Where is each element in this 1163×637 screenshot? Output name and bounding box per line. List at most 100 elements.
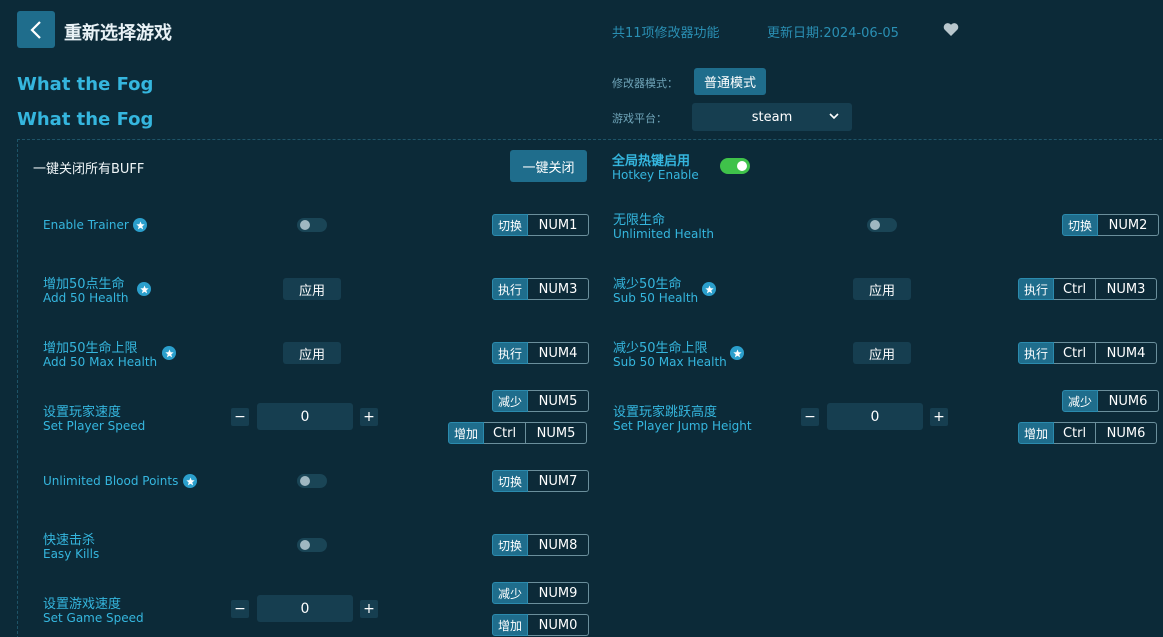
hotkey-action: 执行 (1018, 278, 1055, 300)
hotkey-action: 增加 (448, 422, 485, 444)
close-all-label: 一键关闭所有BUFF (33, 162, 145, 177)
hotkey-key: NUM2 (1098, 214, 1160, 236)
game-title: What the Fog (17, 74, 154, 95)
hotkey-key: Ctrl (1054, 422, 1097, 444)
platform-select[interactable]: steam (692, 103, 852, 131)
update-date: 更新日期:2024-06-05 (767, 26, 899, 41)
hotkey-action: 执行 (1018, 342, 1055, 364)
star-icon (137, 282, 151, 296)
hotkey-key: NUM4 (528, 342, 590, 364)
hotkey-action: 执行 (492, 342, 529, 364)
hotkey-action: 减少 (1062, 390, 1099, 412)
hotkey-action: 切换 (492, 534, 529, 556)
heart-icon[interactable] (943, 22, 959, 41)
sub-50-health-apply-button[interactable]: 应用 (853, 278, 911, 300)
set-jump-height-label-cn: 设置玩家跳跃高度 (613, 405, 718, 420)
platform-label: 游戏平台： (612, 112, 667, 125)
set-jump-height-label-en: Set Player Jump Height (613, 419, 752, 433)
hotkey-key: NUM3 (528, 278, 590, 300)
chevron-down-icon (829, 113, 839, 120)
sub-50-health-label-en: Sub 50 Health (613, 291, 699, 305)
platform-value: steam (751, 109, 793, 125)
star-icon (730, 346, 744, 360)
hotkey-key: NUM8 (528, 534, 590, 556)
set-player-speed-label-en: Set Player Speed (43, 419, 146, 433)
star-icon (133, 218, 147, 232)
sub-50-max-health-label-en: Sub 50 Max Health (613, 355, 727, 369)
hotkey-game-speed-decrease[interactable]: 减少 NUM9 (492, 582, 590, 604)
hotkey-key: NUM5 (528, 390, 590, 412)
add-50-health-label-cn: 增加50点生命 (43, 277, 125, 292)
hotkey-add-50-max-health[interactable]: 执行 NUM4 (492, 342, 590, 364)
game-speed-increment-button[interactable]: + (360, 600, 378, 618)
hotkey-action: 切换 (1062, 214, 1099, 236)
jump-height-increment-button[interactable]: + (930, 408, 948, 426)
hotkey-key: NUM1 (528, 214, 590, 236)
unlimited-health-toggle[interactable] (867, 218, 897, 232)
unlimited-blood-points-toggle[interactable] (297, 474, 327, 488)
hotkey-key: Ctrl (1054, 342, 1097, 364)
feature-count: 共11项修改器功能 (612, 26, 720, 41)
hotkey-key: NUM4 (1096, 342, 1158, 364)
hotkey-key: NUM7 (528, 470, 590, 492)
hotkey-action: 执行 (492, 278, 529, 300)
hotkey-key: NUM5 (526, 422, 588, 444)
hotkey-add-50-health[interactable]: 执行 NUM3 (492, 278, 590, 300)
game-speed-value[interactable]: 0 (257, 595, 353, 622)
mode-label: 修改器模式： (612, 77, 678, 90)
hotkey-easy-kills[interactable]: 切换 NUM8 (492, 534, 590, 556)
add-50-health-label-en: Add 50 Health (43, 291, 129, 305)
star-icon (183, 474, 197, 488)
unlimited-health-label-en: Unlimited Health (613, 227, 715, 241)
hotkey-key: NUM6 (1098, 390, 1160, 412)
sub-50-max-health-label-cn: 减少50生命上限 (613, 341, 708, 356)
player-speed-value[interactable]: 0 (257, 403, 353, 430)
game-speed-decrement-button[interactable]: − (231, 600, 249, 618)
hotkey-key: NUM3 (1096, 278, 1158, 300)
hotkey-player-speed-decrease[interactable]: 减少 NUM5 (492, 390, 590, 412)
hotkey-unlimited-blood-points[interactable]: 切换 NUM7 (492, 470, 590, 492)
hotkey-key: Ctrl (1054, 278, 1097, 300)
hotkey-key: NUM6 (1096, 422, 1158, 444)
close-all-button[interactable]: 一键关闭 (510, 150, 587, 182)
player-speed-increment-button[interactable]: + (360, 408, 378, 426)
hotkey-sub-50-health[interactable]: 执行 Ctrl NUM3 (1018, 278, 1158, 300)
game-subtitle: What the Fog (17, 109, 154, 130)
trainer-panel (17, 139, 1163, 637)
hotkey-enable-label-cn: 全局热键启用 (612, 154, 691, 169)
easy-kills-label-en: Easy Kills (43, 547, 100, 561)
jump-height-decrement-button[interactable]: − (801, 408, 819, 426)
player-speed-decrement-button[interactable]: − (231, 408, 249, 426)
jump-height-value[interactable]: 0 (827, 403, 923, 430)
hotkey-jump-height-decrease[interactable]: 减少 NUM6 (1062, 390, 1160, 412)
hotkey-action: 减少 (492, 390, 529, 412)
sub-50-max-health-apply-button[interactable]: 应用 (853, 342, 911, 364)
hotkey-action: 切换 (492, 470, 529, 492)
easy-kills-toggle[interactable] (297, 538, 327, 552)
chevron-left-icon (30, 20, 41, 39)
add-50-max-health-label-en: Add 50 Max Health (43, 355, 158, 369)
hotkey-player-speed-increase[interactable]: 增加 Ctrl NUM5 (448, 422, 588, 444)
back-button[interactable] (17, 11, 55, 48)
enable-trainer-toggle[interactable] (297, 218, 327, 232)
enable-trainer-label: Enable Trainer (43, 218, 129, 232)
star-icon (702, 282, 716, 296)
sub-50-health-label-cn: 减少50生命 (613, 277, 682, 292)
easy-kills-label-cn: 快速击杀 (43, 533, 96, 548)
hotkey-enable-label-en: Hotkey Enable (612, 168, 699, 182)
add-50-health-apply-button[interactable]: 应用 (283, 278, 341, 300)
hotkey-sub-50-max-health[interactable]: 执行 Ctrl NUM4 (1018, 342, 1158, 364)
hotkey-enable-trainer[interactable]: 切换 NUM1 (492, 214, 590, 236)
star-icon (162, 346, 176, 360)
hotkey-game-speed-increase[interactable]: 增加 NUM0 (492, 614, 590, 636)
hotkey-jump-height-increase[interactable]: 增加 Ctrl NUM6 (1018, 422, 1158, 444)
hotkey-enable-toggle[interactable] (720, 158, 750, 174)
add-50-max-health-apply-button[interactable]: 应用 (283, 342, 341, 364)
set-player-speed-label-cn: 设置玩家速度 (43, 405, 122, 420)
mode-button[interactable]: 普通模式 (694, 68, 766, 95)
unlimited-blood-points-label: Unlimited Blood Points (43, 474, 179, 488)
hotkey-unlimited-health[interactable]: 切换 NUM2 (1062, 214, 1160, 236)
set-game-speed-label-en: Set Game Speed (43, 611, 144, 625)
hotkey-action: 切换 (492, 214, 529, 236)
hotkey-action: 减少 (492, 582, 529, 604)
